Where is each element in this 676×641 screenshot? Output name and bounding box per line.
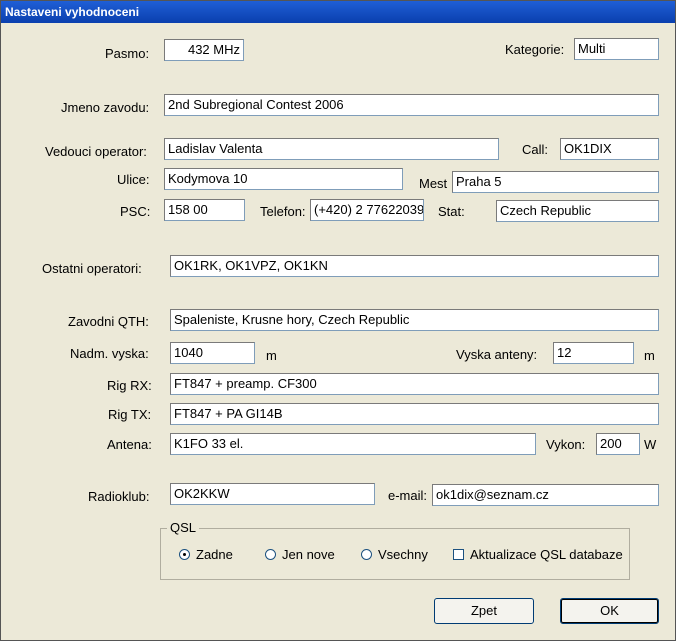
qsl-option-zadne-label[interactable]: Zadne	[196, 547, 233, 563]
rig-tx-field[interactable]: FT847 + PA GI14B	[170, 403, 659, 425]
antena-field[interactable]: K1FO 33 el.	[170, 433, 536, 455]
back-button[interactable]: Zpet	[434, 598, 534, 624]
radioklub-field[interactable]: OK2KKW	[170, 483, 375, 505]
kategorie-field[interactable]: Multi	[574, 38, 659, 60]
ulice-field[interactable]: Kodymova 10	[164, 168, 403, 190]
rig-rx-label: Rig RX:	[107, 378, 152, 393]
telefon-label: Telefon:	[260, 204, 306, 219]
zavodni-qth-field[interactable]: Spaleniste, Krusne hory, Czech Republic	[170, 309, 659, 331]
pasmo-field[interactable]: 432 MHz	[164, 39, 244, 61]
qsl-aktualizace-label[interactable]: Aktualizace QSL databaze	[470, 547, 623, 563]
ostatni-operatori-field[interactable]: OK1RK, OK1VPZ, OK1KN	[170, 255, 659, 277]
stat-field[interactable]: Czech Republic	[496, 200, 659, 222]
vyska-anteny-field[interactable]: 12	[553, 342, 634, 364]
antena-label: Antena:	[107, 437, 152, 452]
qsl-aktualizace-checkbox[interactable]	[453, 549, 464, 560]
qsl-option-jen-nove-label[interactable]: Jen nove	[282, 547, 335, 563]
vedouci-operator-field[interactable]: Ladislav Valenta	[164, 138, 499, 160]
kategorie-label: Kategorie:	[505, 42, 565, 57]
ulice-label: Ulice:	[117, 172, 150, 187]
dialog-window: Nastaveni vyhodnoceni Pasmo: 432 MHz Kat…	[0, 0, 676, 641]
vyska-anteny-unit: m	[644, 348, 655, 363]
qsl-option-vsechny-label[interactable]: Vsechny	[378, 547, 428, 563]
stat-label: Stat:	[438, 204, 465, 219]
psc-label: PSC:	[120, 204, 151, 219]
qsl-radio-jen-nove[interactable]	[265, 549, 276, 560]
title-bar[interactable]: Nastaveni vyhodnoceni	[1, 1, 675, 23]
call-field[interactable]: OK1DIX	[560, 138, 659, 160]
zavodni-qth-label: Zavodni QTH:	[68, 314, 149, 329]
telefon-field[interactable]: (+420) 2 77622039	[310, 199, 424, 221]
qsl-legend: QSL	[167, 520, 200, 535]
ostatni-operatori-label: Ostatni operatori:	[42, 261, 142, 276]
qsl-radio-zadne[interactable]	[179, 549, 190, 560]
mest-label: Mest	[419, 176, 448, 191]
jmeno-zavodu-label: Jmeno zavodu:	[61, 100, 150, 115]
window-title: Nastaveni vyhodnoceni	[5, 5, 140, 19]
rig-tx-label: Rig TX:	[108, 407, 152, 422]
mest-field[interactable]: Praha 5	[452, 171, 659, 193]
jmeno-zavodu-field[interactable]: 2nd Subregional Contest 2006	[164, 94, 659, 116]
vykon-label: Vykon:	[546, 437, 586, 452]
email-field[interactable]: ok1dix@seznam.cz	[432, 484, 659, 506]
nadm-vyska-unit: m	[266, 348, 277, 363]
psc-field[interactable]: 158 00	[164, 199, 245, 221]
nadm-vyska-field[interactable]: 1040	[170, 342, 255, 364]
qsl-radio-vsechny[interactable]	[361, 549, 372, 560]
radioklub-label: Radioklub:	[88, 489, 150, 504]
vykon-field[interactable]: 200	[596, 433, 640, 455]
nadm-vyska-label: Nadm. vyska:	[70, 346, 149, 361]
email-label: e-mail:	[388, 488, 428, 503]
vykon-unit: W	[644, 437, 657, 452]
ok-button[interactable]: OK	[560, 598, 659, 624]
vyska-anteny-label: Vyska anteny:	[456, 347, 538, 362]
call-label: Call:	[522, 142, 549, 157]
pasmo-label: Pasmo:	[105, 46, 150, 61]
rig-rx-field[interactable]: FT847 + preamp. CF300	[170, 373, 659, 395]
vedouci-operator-label: Vedouci operator:	[45, 144, 147, 159]
